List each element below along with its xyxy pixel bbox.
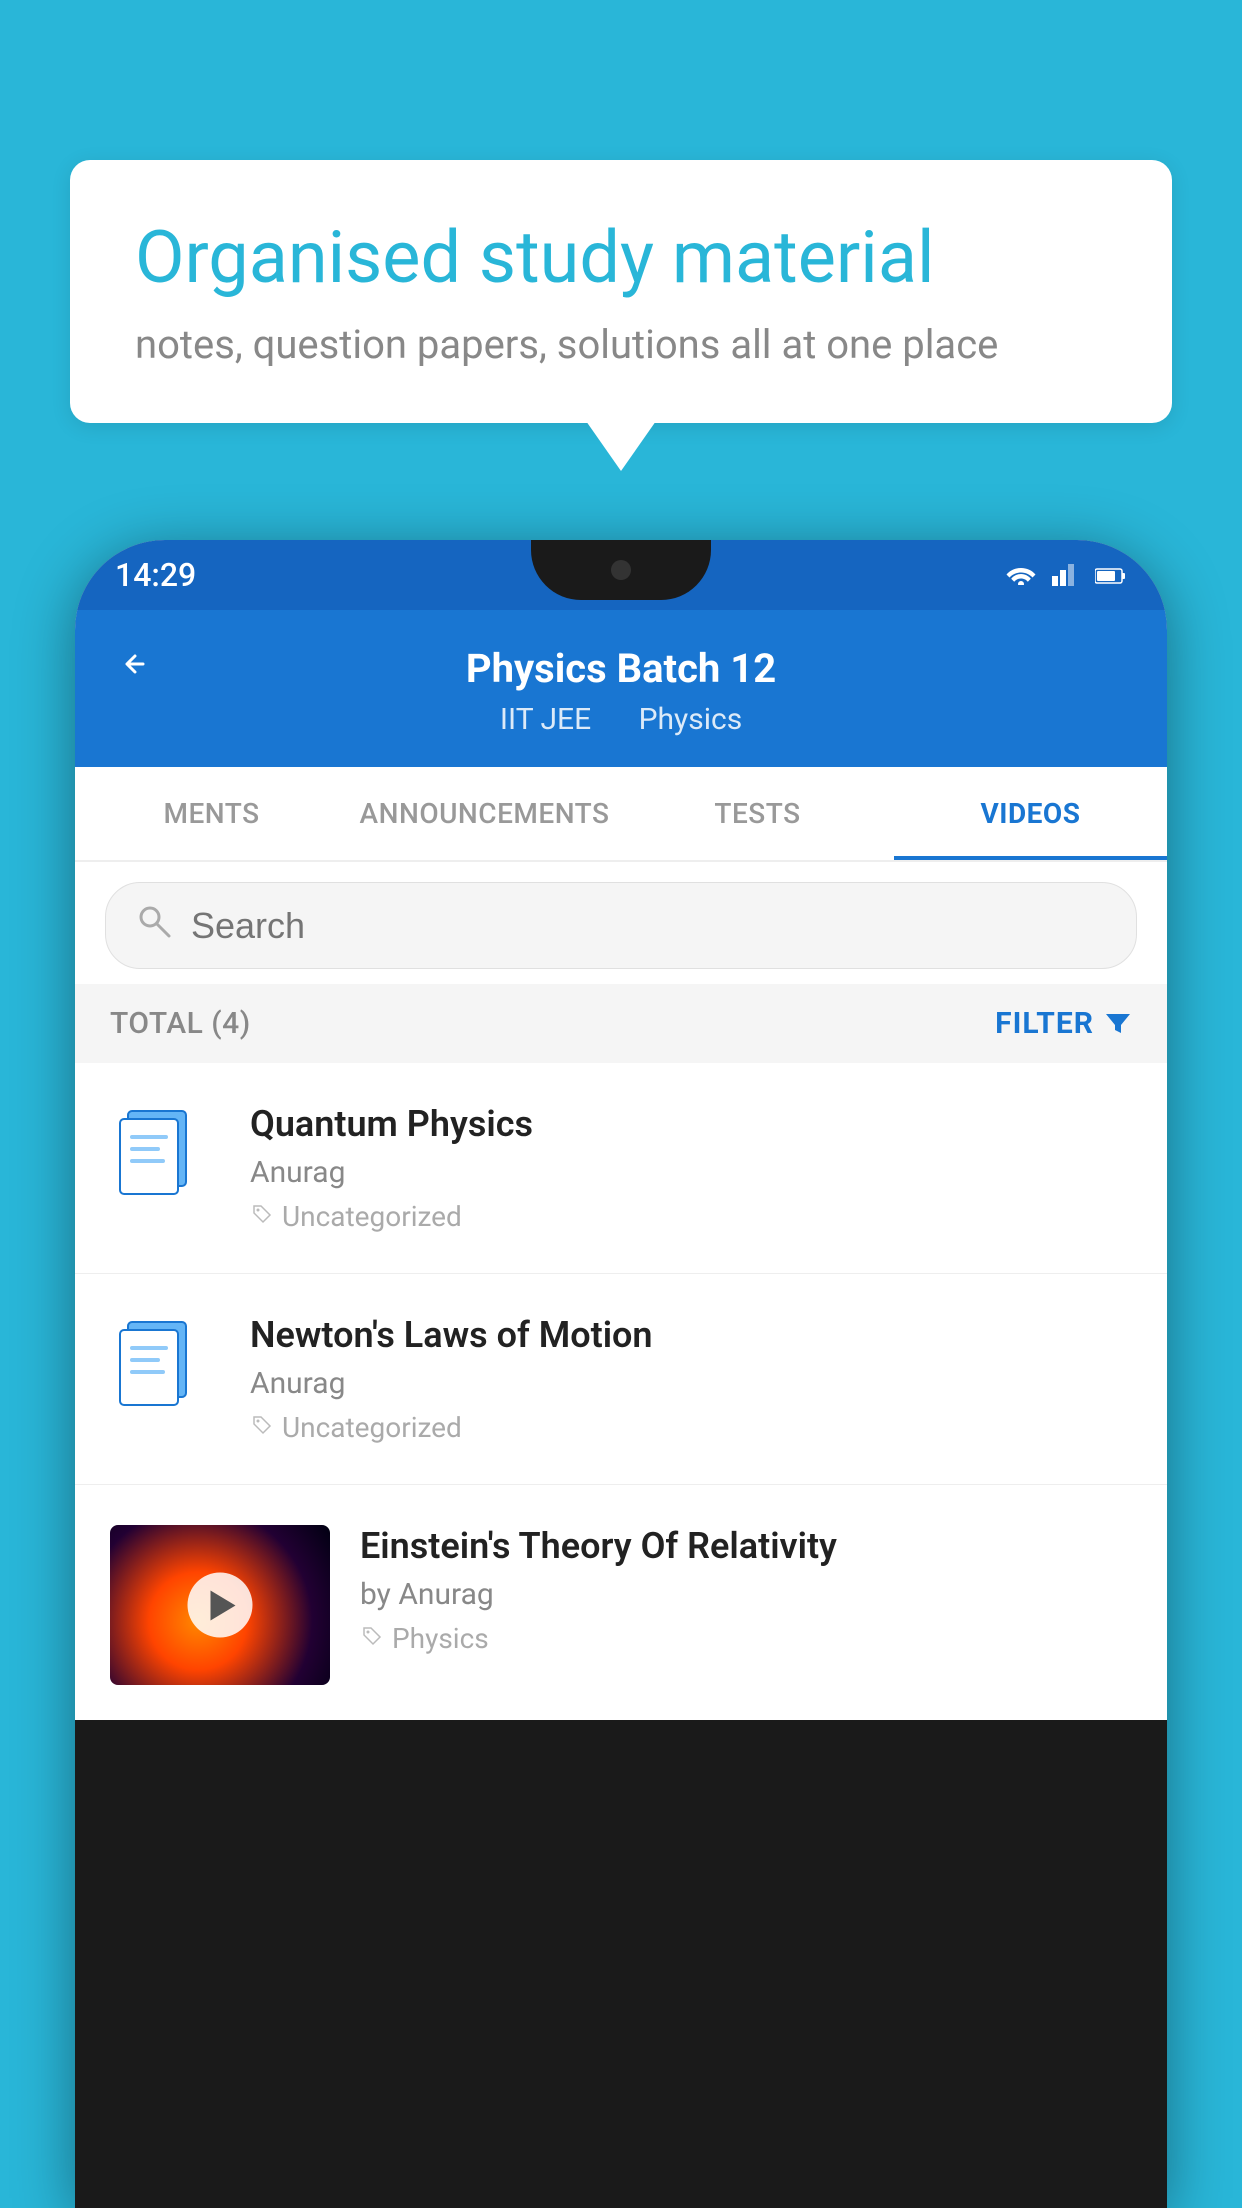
battery-icon bbox=[1095, 559, 1127, 592]
tab-tests[interactable]: TESTS bbox=[621, 767, 894, 860]
wifi-icon bbox=[1005, 559, 1037, 592]
video-info-2: Newton's Laws of Motion Anurag Uncategor… bbox=[250, 1314, 1132, 1444]
filter-label: FILTER bbox=[995, 1006, 1094, 1041]
file-icon-2 bbox=[110, 1314, 220, 1418]
video-tag-3: Physics bbox=[360, 1622, 1132, 1655]
speech-bubble-container: Organised study material notes, question… bbox=[70, 160, 1172, 423]
video-info-3: Einstein's Theory Of Relativity by Anura… bbox=[360, 1525, 1132, 1655]
status-icons bbox=[1005, 558, 1127, 593]
filter-row: TOTAL (4) FILTER bbox=[75, 984, 1167, 1063]
phone-frame: 14:29 bbox=[75, 540, 1167, 2208]
play-button[interactable] bbox=[188, 1573, 253, 1638]
tag-icon-1 bbox=[250, 1200, 274, 1233]
video-tag-label-1: Uncategorized bbox=[282, 1200, 462, 1233]
video-author-2: Anurag bbox=[250, 1366, 1132, 1401]
header-subtitle: IIT JEE Physics bbox=[490, 702, 752, 737]
notch bbox=[531, 540, 711, 600]
filter-button[interactable]: FILTER bbox=[995, 1006, 1132, 1041]
video-author-1: Anurag bbox=[250, 1155, 1132, 1190]
search-container bbox=[75, 862, 1167, 984]
video-author-3: by Anurag bbox=[360, 1577, 1132, 1612]
app-header: Physics Batch 12 IIT JEE Physics bbox=[75, 610, 1167, 767]
video-thumbnail-3 bbox=[110, 1525, 330, 1685]
video-info-1: Quantum Physics Anurag Uncategorized bbox=[250, 1103, 1132, 1233]
search-input[interactable] bbox=[191, 905, 1106, 947]
filter-icon bbox=[1104, 1010, 1132, 1038]
header-title: Physics Batch 12 bbox=[466, 645, 776, 692]
content-area: Quantum Physics Anurag Uncategorized bbox=[75, 1063, 1167, 1720]
video-tag-label-2: Uncategorized bbox=[282, 1411, 462, 1444]
subtitle-iit: IIT JEE bbox=[500, 702, 591, 737]
tag-icon-2 bbox=[250, 1411, 274, 1444]
video-tag-label-3: Physics bbox=[392, 1622, 489, 1655]
tag-icon-3 bbox=[360, 1622, 384, 1655]
tab-announcements[interactable]: ANNOUNCEMENTS bbox=[348, 767, 621, 860]
file-icon-1 bbox=[110, 1103, 220, 1207]
video-title-2: Newton's Laws of Motion bbox=[250, 1314, 1132, 1356]
video-title-3: Einstein's Theory Of Relativity bbox=[360, 1525, 1132, 1567]
speech-bubble-title: Organised study material bbox=[135, 215, 1107, 301]
video-tag-2: Uncategorized bbox=[250, 1411, 1132, 1444]
video-tag-1: Uncategorized bbox=[250, 1200, 1132, 1233]
search-bar[interactable] bbox=[105, 882, 1137, 969]
list-item[interactable]: Newton's Laws of Motion Anurag Uncategor… bbox=[75, 1274, 1167, 1485]
status-bar: 14:29 bbox=[75, 540, 1167, 610]
phone-screen: 14:29 bbox=[75, 540, 1167, 1720]
list-item[interactable]: Einstein's Theory Of Relativity by Anura… bbox=[75, 1485, 1167, 1720]
video-title-1: Quantum Physics bbox=[250, 1103, 1132, 1145]
list-item[interactable]: Quantum Physics Anurag Uncategorized bbox=[75, 1063, 1167, 1274]
speech-bubble: Organised study material notes, question… bbox=[70, 160, 1172, 423]
speech-bubble-subtitle: notes, question papers, solutions all at… bbox=[135, 321, 1107, 368]
tab-videos[interactable]: VIDEOS bbox=[894, 767, 1167, 860]
status-time: 14:29 bbox=[115, 556, 196, 594]
search-icon bbox=[136, 903, 171, 948]
tabs-bar: MENTS ANNOUNCEMENTS TESTS VIDEOS bbox=[75, 767, 1167, 862]
tab-ments[interactable]: MENTS bbox=[75, 767, 348, 860]
camera bbox=[611, 560, 631, 580]
subtitle-physics: Physics bbox=[639, 702, 743, 737]
header-top: Physics Batch 12 bbox=[115, 645, 1127, 692]
signal-icon bbox=[1052, 558, 1080, 593]
total-count: TOTAL (4) bbox=[110, 1006, 251, 1041]
back-button[interactable] bbox=[115, 642, 155, 695]
play-triangle-icon bbox=[210, 1590, 235, 1620]
